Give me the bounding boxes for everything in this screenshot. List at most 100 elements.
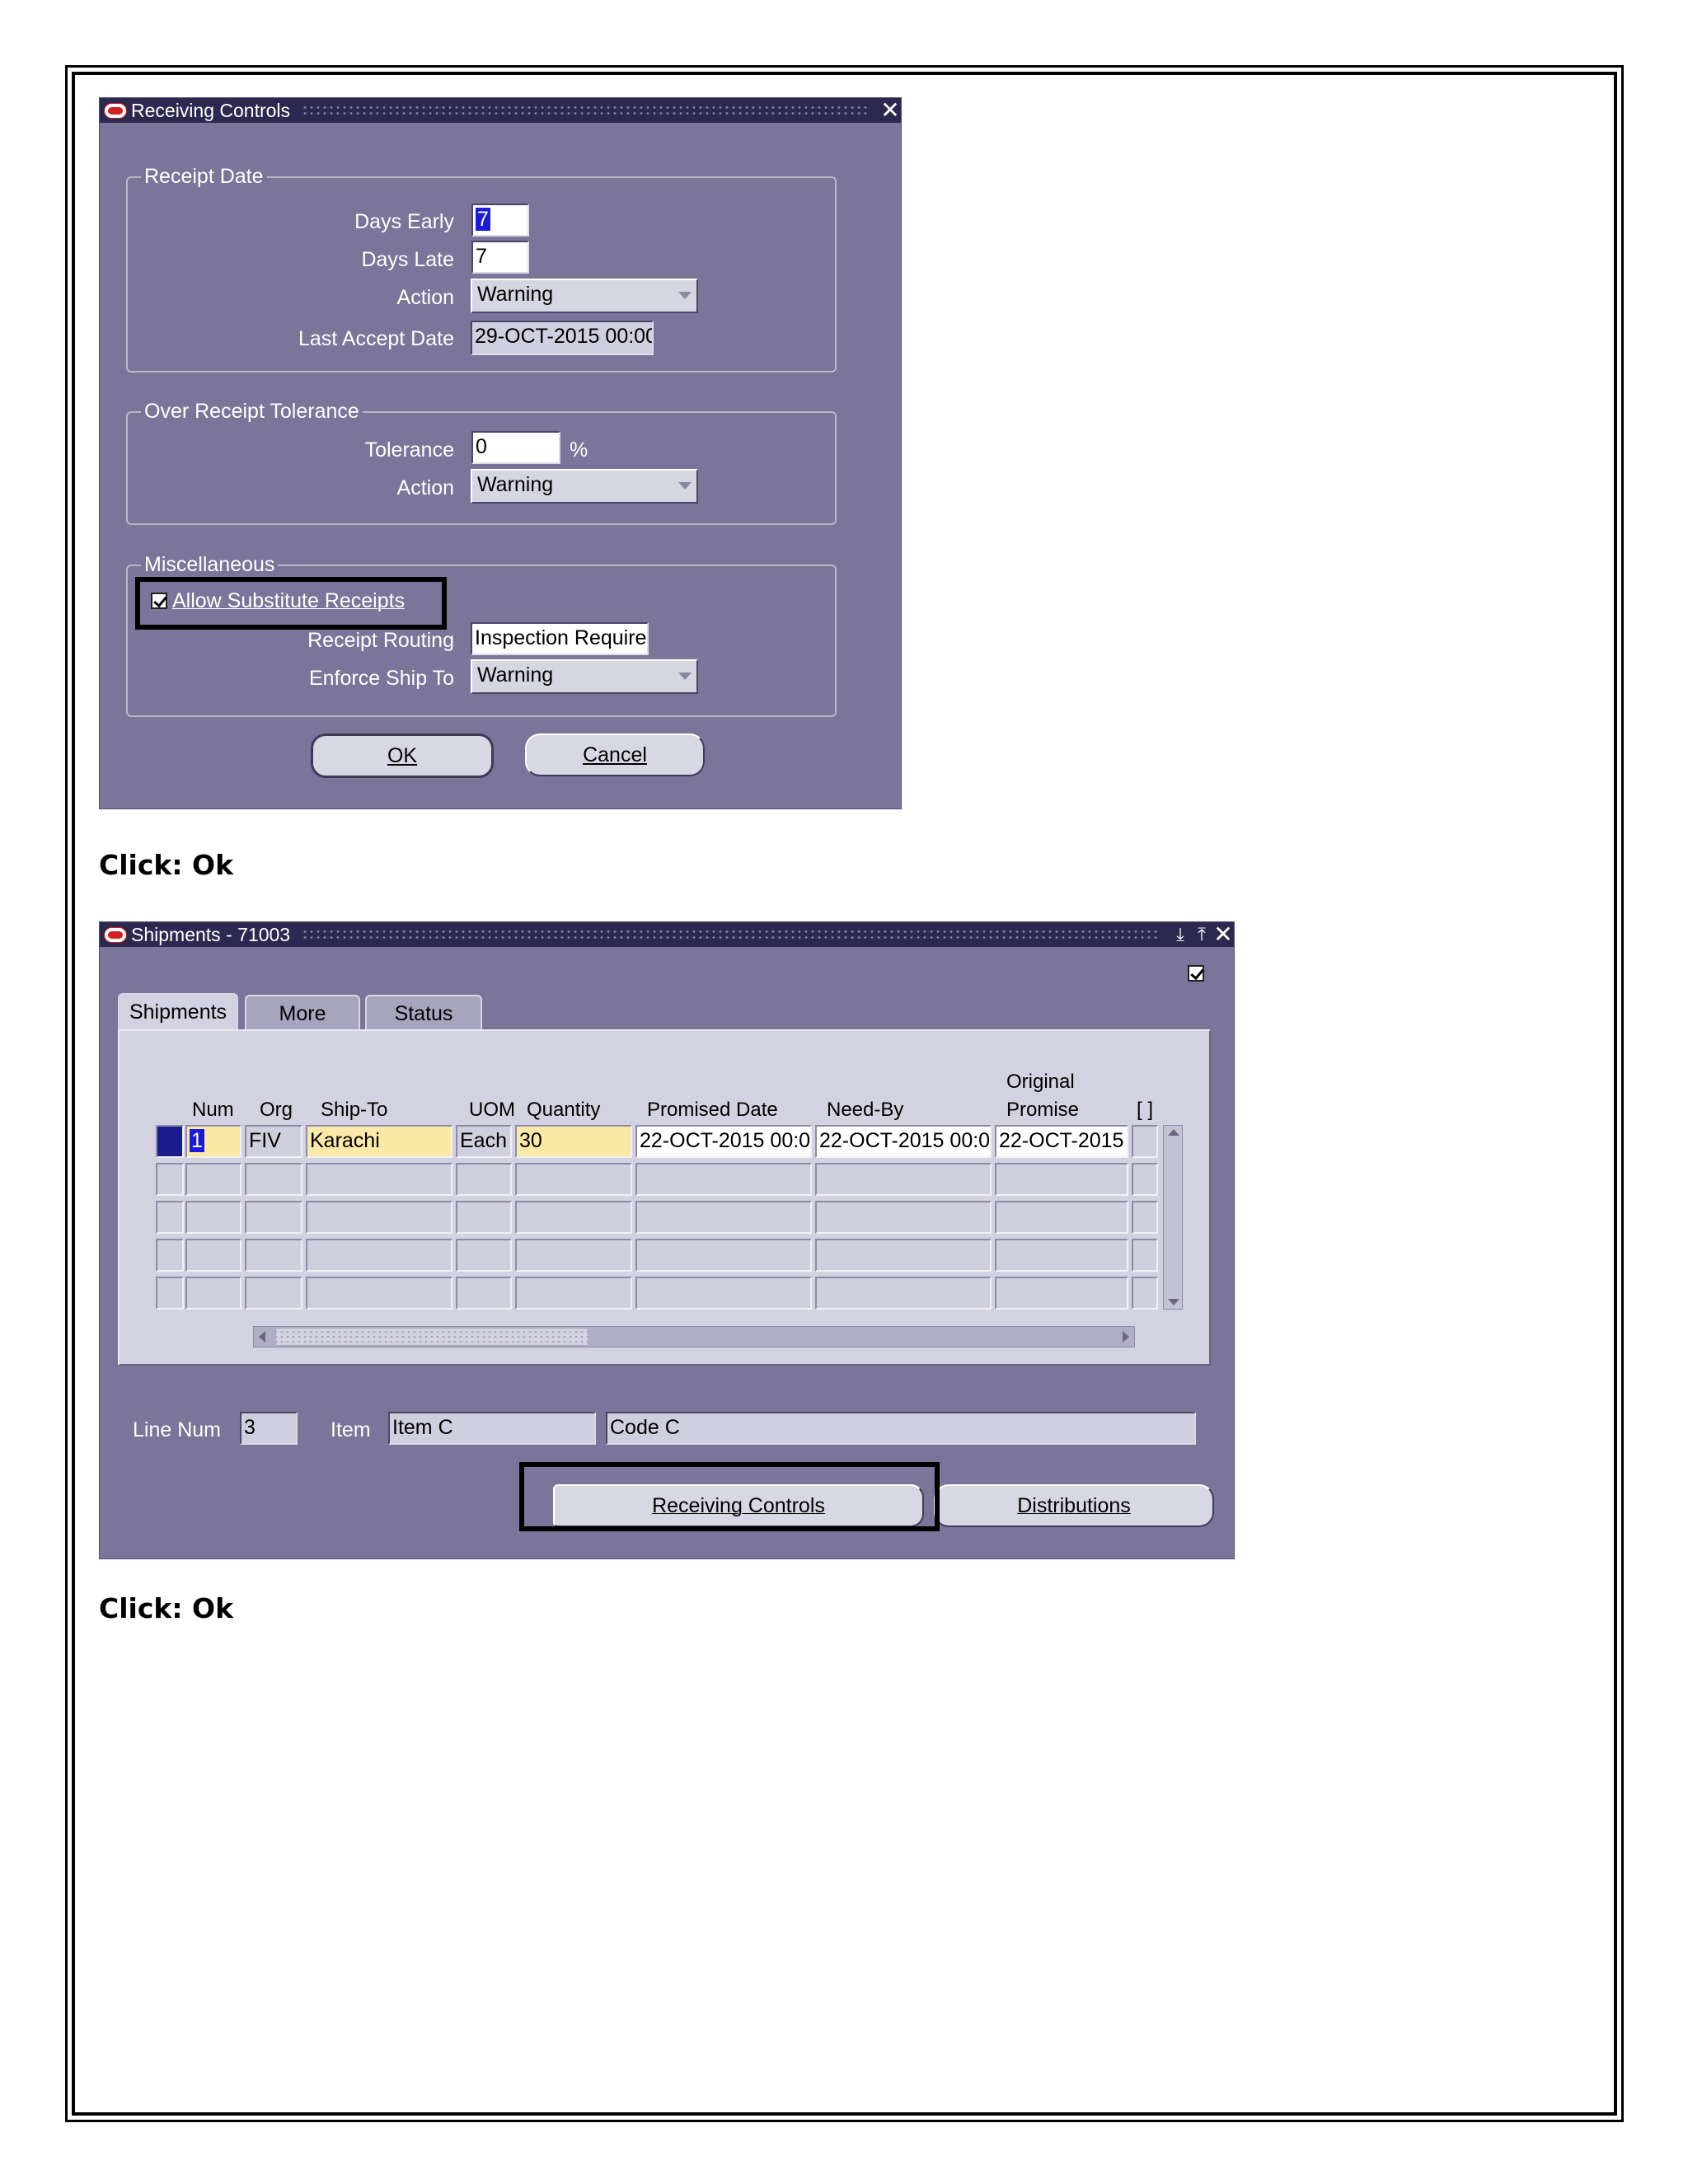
cell-empty[interactable]	[185, 1277, 241, 1310]
col-org: Org	[260, 1099, 293, 1121]
tolerance-field[interactable]: 0	[471, 431, 560, 464]
row-indicator[interactable]	[156, 1163, 184, 1196]
window-checkbox[interactable]	[1188, 965, 1204, 982]
title-bar[interactable]: Receiving Controls ✕	[100, 98, 901, 123]
caption-click-ok-2: Click: Ok	[99, 1592, 234, 1624]
line-num-label: Line Num	[133, 1418, 221, 1441]
cell-empty[interactable]	[185, 1239, 241, 1272]
cell-empty[interactable]	[456, 1163, 512, 1196]
item-description-field[interactable]: Code C	[606, 1412, 1196, 1445]
cell-empty[interactable]	[456, 1277, 512, 1310]
ok-button[interactable]: OK	[311, 733, 494, 778]
cell-empty[interactable]	[306, 1277, 452, 1310]
cell-empty[interactable]	[456, 1201, 512, 1234]
title-grip	[302, 105, 870, 116]
distributions-button[interactable]: Distributions	[934, 1484, 1214, 1527]
cell-org[interactable]: FIV	[245, 1125, 302, 1158]
cell-empty[interactable]	[306, 1163, 452, 1196]
cell-empty[interactable]	[515, 1163, 632, 1196]
tab-more[interactable]: More	[245, 995, 360, 1031]
cell-empty[interactable]	[1132, 1277, 1158, 1310]
days-late-field[interactable]: 7	[471, 241, 529, 274]
cell-empty[interactable]	[995, 1239, 1128, 1272]
row-indicator[interactable]	[156, 1201, 184, 1234]
tolerance-action-select[interactable]: Warning	[471, 469, 698, 504]
cell-empty[interactable]	[306, 1201, 452, 1234]
scroll-right-icon[interactable]	[1123, 1331, 1129, 1343]
caption-click-ok-1: Click: Ok	[99, 849, 234, 881]
days-late-label: Days Late	[361, 248, 454, 271]
col-promised-date: Promised Date	[647, 1099, 778, 1121]
cell-empty[interactable]	[995, 1163, 1128, 1196]
cell-empty[interactable]	[815, 1277, 992, 1310]
minimize-icon[interactable]: ⤓	[1170, 923, 1191, 946]
scroll-up-icon[interactable]	[1168, 1129, 1179, 1136]
cell-need-by[interactable]: 22-OCT-2015 00:00	[815, 1125, 992, 1158]
days-early-field[interactable]: 7	[471, 204, 529, 237]
vertical-scrollbar[interactable]	[1163, 1125, 1183, 1310]
scroll-down-icon[interactable]	[1168, 1299, 1179, 1305]
cell-empty[interactable]	[245, 1239, 302, 1272]
cell-empty[interactable]	[245, 1201, 302, 1234]
cancel-button[interactable]: Cancel	[525, 733, 705, 776]
highlight-receiving-controls	[519, 1462, 940, 1531]
title-grip	[302, 929, 1160, 940]
enforce-ship-to-value: Warning	[477, 663, 554, 687]
cancel-label: Cancel	[583, 743, 647, 766]
cell-empty[interactable]	[515, 1201, 632, 1234]
cell-empty[interactable]	[245, 1277, 302, 1310]
dropdown-arrow-icon	[678, 292, 692, 299]
tab-status[interactable]: Status	[365, 995, 482, 1031]
cell-num[interactable]: 1	[185, 1125, 241, 1158]
col-original-promise-line1: Original	[1006, 1071, 1075, 1093]
cell-empty[interactable]	[185, 1163, 241, 1196]
last-accept-date-field[interactable]: 29-OCT-2015 00:00	[471, 321, 654, 355]
title-bar[interactable]: Shipments - 71003 ⤓ ⤒ ✕	[100, 922, 1234, 947]
tab-shipments[interactable]: Shipments	[118, 993, 238, 1033]
cell-empty[interactable]	[245, 1163, 302, 1196]
cell-empty[interactable]	[515, 1239, 632, 1272]
item-label: Item	[331, 1418, 371, 1441]
cell-promised-date[interactable]: 22-OCT-2015 00:00	[635, 1125, 812, 1158]
col-uom: UOM	[469, 1099, 515, 1121]
cell-quantity[interactable]: 30	[515, 1125, 632, 1158]
enforce-ship-to-select[interactable]: Warning	[471, 659, 698, 694]
cell-empty[interactable]	[815, 1239, 992, 1272]
row-indicator[interactable]	[156, 1239, 184, 1272]
horizontal-scrollbar[interactable]	[253, 1326, 1135, 1347]
oracle-logo-icon	[105, 927, 126, 942]
scroll-left-icon[interactable]	[259, 1331, 265, 1343]
highlight-allow-substitute	[135, 577, 447, 630]
cell-empty[interactable]	[1132, 1201, 1158, 1234]
cell-empty[interactable]	[515, 1277, 632, 1310]
tab-label: Status	[394, 1002, 453, 1025]
cell-empty[interactable]	[635, 1163, 812, 1196]
close-icon[interactable]: ✕	[1212, 923, 1234, 946]
cell-empty[interactable]	[635, 1201, 812, 1234]
cell-empty[interactable]	[635, 1277, 812, 1310]
close-icon[interactable]: ✕	[879, 99, 901, 122]
cell-empty[interactable]	[1132, 1163, 1158, 1196]
cell-empty[interactable]	[1132, 1239, 1158, 1272]
cell-empty[interactable]	[635, 1239, 812, 1272]
cell-flexfield[interactable]	[1132, 1125, 1158, 1158]
row-indicator[interactable]	[156, 1277, 184, 1310]
cell-empty[interactable]	[456, 1239, 512, 1272]
cell-uom[interactable]: Each	[456, 1125, 512, 1158]
receipt-routing-field[interactable]: Inspection Require	[471, 622, 649, 655]
cell-empty[interactable]	[185, 1201, 241, 1234]
receipt-action-select[interactable]: Warning	[471, 279, 698, 313]
tolerance-action-value: Warning	[477, 473, 554, 496]
item-field[interactable]: Item C	[388, 1412, 596, 1445]
row-indicator-current[interactable]	[156, 1125, 184, 1158]
cell-ship-to[interactable]: Karachi	[306, 1125, 452, 1158]
maximize-icon[interactable]: ⤒	[1191, 923, 1212, 946]
line-num-field[interactable]: 3	[240, 1412, 298, 1445]
cell-empty[interactable]	[815, 1201, 992, 1234]
cell-empty[interactable]	[306, 1239, 452, 1272]
cell-empty[interactable]	[815, 1163, 992, 1196]
cell-empty[interactable]	[995, 1277, 1128, 1310]
scroll-thumb[interactable]	[275, 1328, 588, 1346]
cell-original-promise[interactable]: 22-OCT-2015 0	[995, 1125, 1128, 1158]
cell-empty[interactable]	[995, 1201, 1128, 1234]
